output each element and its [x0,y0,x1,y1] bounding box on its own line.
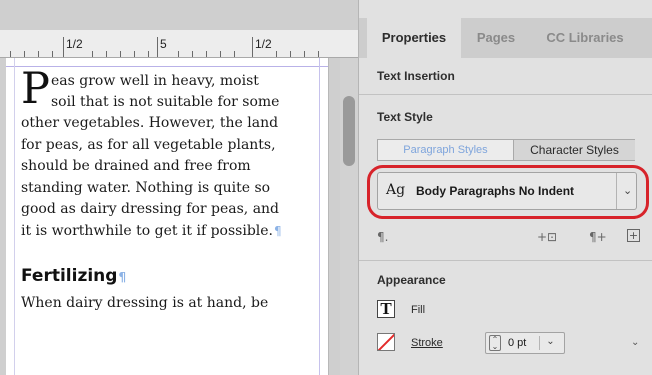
ruler-tick [290,51,291,57]
text-line-content: it is worthwhile to get it if possible. [21,223,274,239]
ruler-label: 1/2 [66,37,83,51]
text-line: for peas, as for all vegetable plants, [21,137,276,153]
ruler-tick [63,37,64,57]
tab-pages[interactable]: Pages [461,18,531,58]
dropdown-divider [616,173,617,209]
ruler-tick [52,51,53,57]
ruler-tick [234,51,235,57]
stroke-weight-value: 0 pt [508,337,527,349]
ruler-tick [24,51,25,57]
stroke-none-icon[interactable] [377,333,395,351]
new-style-icon[interactable]: + [627,229,640,242]
ruler-tick [252,37,253,57]
fill-text-icon[interactable]: T [377,300,395,318]
drop-cap: P [21,64,50,114]
ruler-tick [304,51,305,57]
properties-panel: Properties Pages CC Libraries Text Inser… [358,0,652,375]
ruler-tick [192,51,193,57]
ruler-tick [220,51,221,57]
ruler-tick [148,51,149,57]
text-line: it is worthwhile to get it if possible.¶ [21,222,282,240]
pilcrow-icon[interactable]: ¶. [377,230,388,244]
tab-properties[interactable]: Properties [367,18,461,58]
ruler-tick [134,51,135,57]
panel-tabs: Properties Pages CC Libraries [359,18,652,58]
stepper-icon[interactable]: ⌃ ⌄ [489,335,501,351]
stroke-none-slash [378,334,394,350]
ruler-tick [318,51,319,57]
pilcrow-mark: ¶ [274,224,282,238]
document-area: 1/2 5 1/2 P eas grow well in heavy, mois… [0,0,358,375]
chevron-down-icon[interactable]: ⌄ [631,337,639,348]
text-line: good as dairy dressing for peas, and [21,201,280,217]
ruler-tick [120,51,121,57]
ruler-tick [206,51,207,57]
scrollbar-thumb[interactable] [343,96,355,166]
text-line: eas grow well in heavy, moist [51,73,259,89]
ag-style-icon: Ag [386,182,406,198]
text-line: soil that is not suitable for some [51,94,280,110]
appearance-title: Appearance [377,273,446,287]
stroke-label[interactable]: Stroke [411,337,443,349]
paragraph-styles-button[interactable]: Paragraph Styles [378,140,513,160]
heading-text: Fertilizing [21,266,118,286]
text-line: other vegetables. However, the land [21,115,279,131]
ruler-tick [10,51,11,57]
stroke-weight-field[interactable]: ⌃ ⌄ 0 pt ⌄ [485,332,565,354]
ruler-tick [276,51,277,57]
ruler-tick [157,37,158,57]
chevron-down-icon[interactable]: ⌄ [623,184,632,197]
ruler-label: 5 [160,37,167,51]
margin-guide [6,66,328,67]
section-divider [359,94,652,95]
horizontal-ruler: 1/2 5 1/2 [0,30,358,58]
text-insertion-title: Text Insertion [377,69,455,83]
section-divider [359,260,652,261]
ruler-label: 1/2 [255,37,272,51]
clear-overrides-icon[interactable]: +⊡ [537,230,557,244]
ruler-tick [92,51,93,57]
fill-label: Fill [411,304,426,316]
tab-cc-libraries[interactable]: CC Libraries [531,18,639,58]
margin-guide [14,58,15,375]
text-line: When dairy dressing is at hand, be [21,295,269,311]
heading-fertilizing: Fertilizing¶ [21,266,126,286]
paragraph-override-icon[interactable]: ¶+ [589,230,607,244]
chevron-down-icon[interactable]: ⌄ [539,336,561,350]
pilcrow-mark: ¶ [118,270,127,284]
character-styles-button[interactable]: Character Styles [513,140,635,160]
text-style-title: Text Style [377,110,433,124]
ruler-tick [106,51,107,57]
ruler-tick [38,51,39,57]
paragraph-style-dropdown[interactable]: Ag Body Paragraphs No Indent ⌄ [377,172,637,210]
selected-style-name: Body Paragraphs No Indent [416,184,575,198]
vertical-scrollbar[interactable] [340,58,358,375]
margin-guide [319,58,320,375]
document-page[interactable]: P eas grow well in heavy, moist soil tha… [6,58,328,375]
text-line: standing water. Nothing is quite so [21,180,271,196]
ruler-tick [178,51,179,57]
style-type-toggle: Paragraph Styles Character Styles [377,139,635,161]
text-line: should be drained and free from [21,158,251,174]
